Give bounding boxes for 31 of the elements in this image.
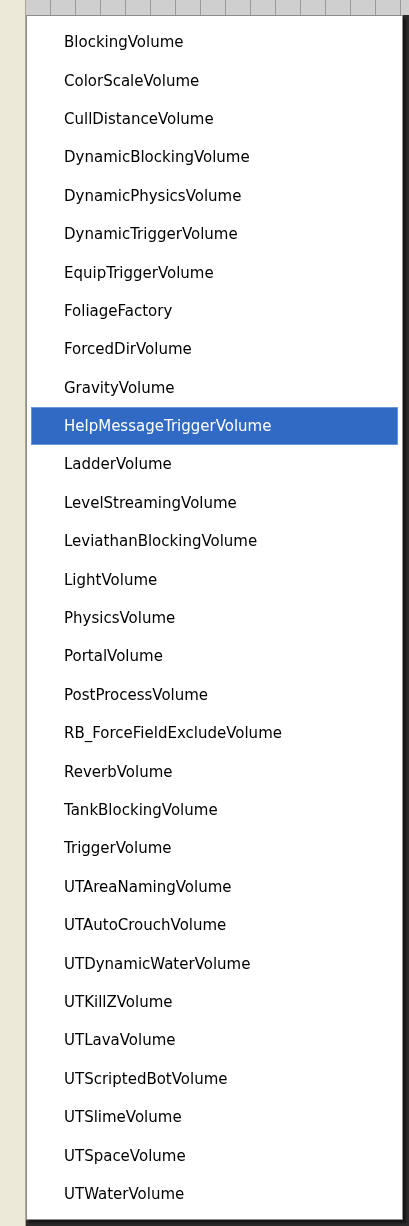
menu-item[interactable]: HelpMessageTriggerVolume bbox=[31, 406, 398, 446]
menu-item[interactable]: GravityVolume bbox=[31, 368, 398, 407]
menu-item[interactable]: EquipTriggerVolume bbox=[31, 253, 398, 292]
menu-item[interactable]: DynamicPhysicsVolume bbox=[31, 176, 398, 215]
menu-item[interactable]: PostProcessVolume bbox=[31, 675, 398, 715]
menu-item[interactable]: UTSpaceVolume bbox=[31, 1136, 398, 1175]
menu-item[interactable]: UTScriptedBotVolume bbox=[31, 1059, 398, 1098]
menu-item[interactable]: ForcedDirVolume bbox=[31, 330, 398, 369]
menu-item[interactable]: LightVolume bbox=[31, 560, 398, 599]
menu-item[interactable]: FoliageFactory bbox=[31, 291, 398, 331]
menu-item[interactable]: TriggerVolume bbox=[31, 829, 398, 868]
menu-item[interactable]: UTAreaNamingVolume bbox=[31, 867, 398, 906]
menu-item[interactable]: PortalVolume bbox=[31, 637, 398, 676]
menu-item[interactable]: UTKillZVolume bbox=[31, 982, 398, 1022]
menu-item[interactable]: TankBlockingVolume bbox=[31, 790, 398, 830]
menu-item[interactable]: BlockingVolume bbox=[31, 23, 398, 62]
menu-item[interactable]: LevelStreamingVolume bbox=[31, 483, 398, 523]
menu-item[interactable]: LeviathanBlockingVolume bbox=[31, 522, 398, 561]
menu-item[interactable]: ReverbVolume bbox=[31, 752, 398, 791]
menu-item[interactable]: UTSlimeVolume bbox=[31, 1097, 398, 1137]
menu-item[interactable]: ColorScaleVolume bbox=[31, 61, 398, 100]
menu-item[interactable]: UTAutoCrouchVolume bbox=[31, 906, 398, 945]
menu-item[interactable]: UTWaterVolume bbox=[31, 1174, 398, 1214]
menu-item[interactable]: UTDynamicWaterVolume bbox=[31, 944, 398, 983]
menu-item[interactable]: DynamicTriggerVolume bbox=[31, 214, 398, 254]
menu-item[interactable]: RB_ForceFieldExcludeVolume bbox=[31, 714, 398, 753]
menu-item[interactable]: PhysicsVolume bbox=[31, 598, 398, 638]
menu-item[interactable]: UTLavaVolume bbox=[31, 1021, 398, 1060]
menu-item[interactable]: LadderVolume bbox=[31, 445, 398, 484]
menu-item[interactable]: DynamicBlockingVolume bbox=[31, 138, 398, 177]
menu-item[interactable]: CullDistanceVolume bbox=[31, 99, 398, 139]
